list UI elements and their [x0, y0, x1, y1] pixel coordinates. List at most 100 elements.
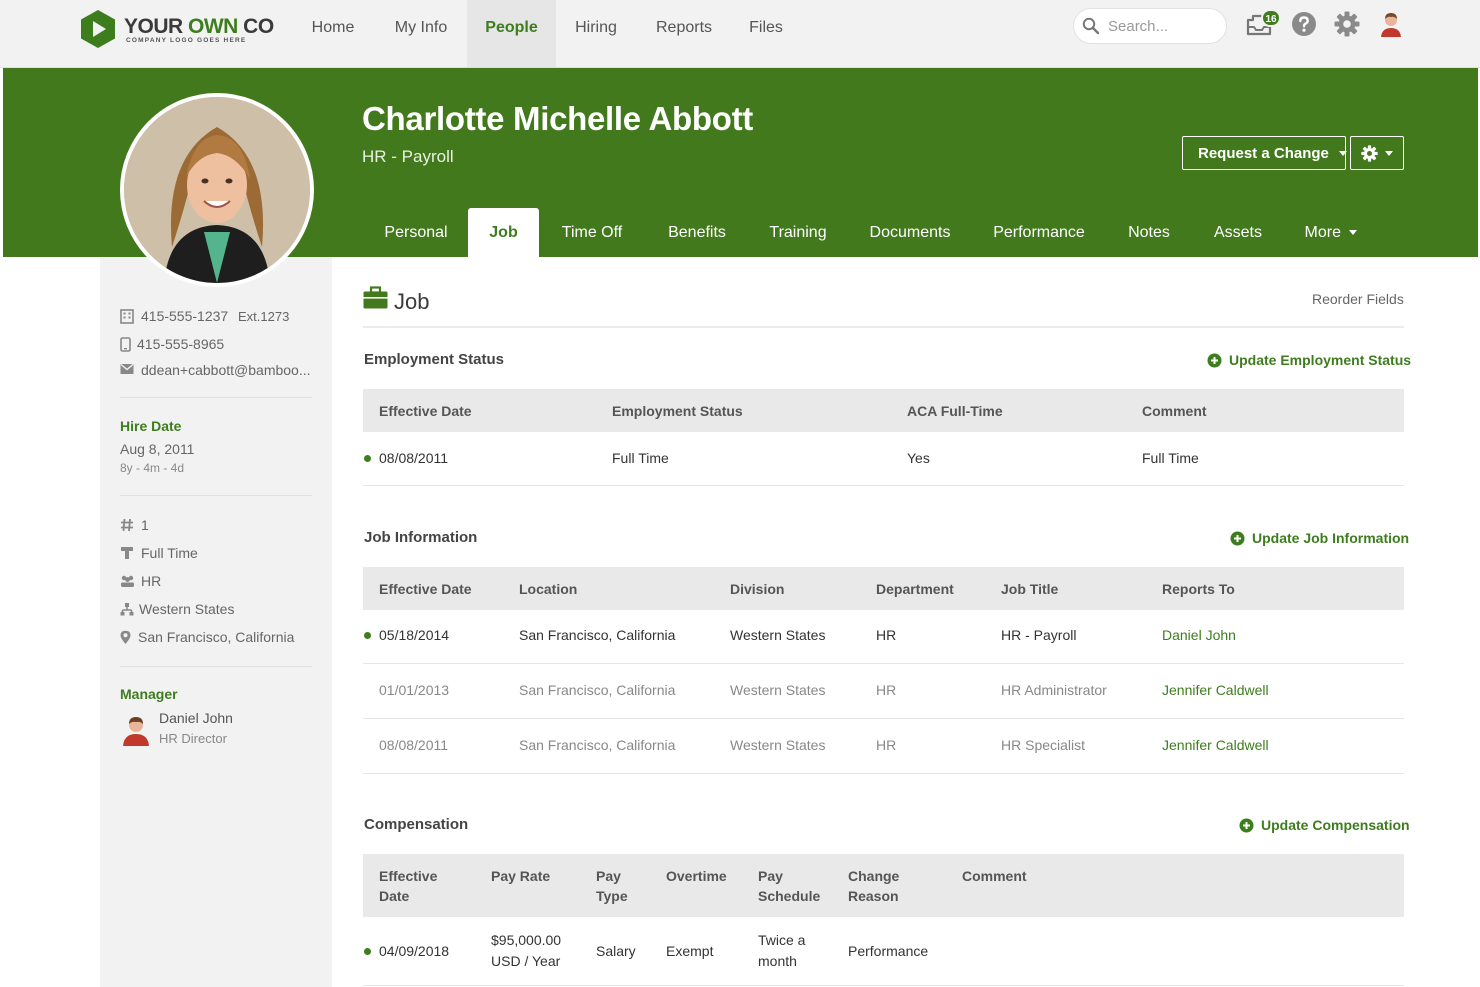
- tab-benefits[interactable]: Benefits: [657, 208, 737, 257]
- gear-icon: [1361, 145, 1378, 162]
- table-cell: 08/08/2011: [379, 450, 449, 466]
- plus-circle-icon: [1207, 353, 1222, 368]
- nav-people[interactable]: People: [467, 0, 556, 67]
- work-phone[interactable]: 415-555-1237: [141, 308, 228, 324]
- nav-files[interactable]: Files: [742, 0, 790, 67]
- reorder-fields-link[interactable]: Reorder Fields: [1312, 291, 1404, 307]
- row-divider: [363, 718, 1404, 719]
- column-header[interactable]: Department: [876, 579, 954, 599]
- table-cell: Full Time: [1142, 450, 1199, 466]
- column-header[interactable]: Pay Rate: [491, 866, 550, 886]
- hash-icon: [121, 518, 133, 532]
- reports-to-link[interactable]: Jennifer Caldwell: [1162, 735, 1269, 756]
- work-phone-extension: Ext.1273: [238, 309, 290, 324]
- table-cell: 05/18/2014: [379, 627, 450, 643]
- column-header[interactable]: Pay Schedule: [758, 866, 820, 906]
- search-icon: [1082, 17, 1100, 35]
- update-compensation-label: Update Compensation: [1261, 817, 1410, 833]
- help-icon[interactable]: [1291, 11, 1317, 37]
- settings-gear-icon[interactable]: [1334, 11, 1360, 37]
- row-divider: [363, 773, 1404, 774]
- column-header[interactable]: Job Title: [1001, 579, 1058, 599]
- update-job-information-label: Update Job Information: [1252, 530, 1410, 546]
- table-cell: 01/01/2013: [379, 682, 450, 698]
- row-divider: [363, 985, 1404, 986]
- tab-more[interactable]: More: [1296, 208, 1366, 257]
- column-header[interactable]: Pay Type: [596, 866, 628, 906]
- reports-to-link[interactable]: Jennifer Caldwell: [1162, 680, 1269, 701]
- tab-job[interactable]: Job: [468, 208, 539, 257]
- company-logo[interactable]: YOUR OWN CO COMPANY LOGO GOES HERE: [78, 9, 274, 49]
- table-cell: HR - Payroll: [1001, 627, 1077, 643]
- table-cell: HR: [876, 682, 897, 698]
- tab-personal[interactable]: Personal: [374, 208, 458, 257]
- envelope-icon: [120, 363, 134, 374]
- manager-label: Manager: [120, 686, 178, 702]
- sidebar-divider: [120, 495, 312, 496]
- column-header[interactable]: Reports To: [1162, 579, 1235, 599]
- hexagon-play-icon: [81, 10, 115, 48]
- update-employment-status-link[interactable]: Update Employment Status: [1207, 352, 1411, 370]
- employee-name: Charlotte Michelle Abbott: [362, 100, 753, 137]
- manager-name[interactable]: Daniel John: [159, 710, 233, 726]
- tab-documents[interactable]: Documents: [860, 208, 960, 257]
- table-cell: Salary: [596, 943, 636, 959]
- table-cell: Exempt: [666, 943, 714, 959]
- user-avatar-icon[interactable]: [1377, 10, 1405, 38]
- column-header[interactable]: Employment Status: [612, 401, 743, 421]
- profile-settings-button[interactable]: [1350, 136, 1404, 170]
- employment-type-row: Full Time: [120, 545, 320, 563]
- search-box[interactable]: [1073, 8, 1227, 44]
- column-header[interactable]: Effective Date: [379, 401, 472, 421]
- plus-circle-icon: [1230, 531, 1245, 546]
- reports-to-link[interactable]: Daniel John: [1162, 625, 1236, 646]
- search-input[interactable]: [1108, 16, 1218, 36]
- page-title: Job: [394, 289, 430, 314]
- nav-my-info[interactable]: My Info: [385, 0, 457, 67]
- request-a-change-button[interactable]: Request a Change: [1182, 136, 1348, 170]
- tab-performance[interactable]: Performance: [984, 208, 1094, 257]
- current-row-indicator: [364, 948, 371, 955]
- table-cell: 04/09/2018: [379, 943, 450, 959]
- update-job-information-link[interactable]: Update Job Information: [1230, 530, 1409, 548]
- table-cell: Twice a month: [758, 932, 806, 969]
- column-header[interactable]: Division: [730, 579, 784, 599]
- column-header[interactable]: Comment: [962, 866, 1027, 886]
- employee-photo: [120, 93, 314, 287]
- request-a-change-label: Request a Change: [1198, 144, 1329, 162]
- nav-home[interactable]: Home: [303, 0, 363, 67]
- job-information-heading: Job Information: [364, 529, 478, 546]
- column-header[interactable]: Location: [519, 579, 577, 599]
- column-header[interactable]: Change Reason: [848, 866, 899, 906]
- table-cell: Western States: [730, 682, 826, 698]
- manager-avatar[interactable]: [120, 712, 152, 746]
- current-row-indicator: [364, 632, 371, 639]
- location-row: San Francisco, California: [120, 629, 320, 647]
- table-cell: HR: [876, 627, 897, 643]
- table-cell: HR Administrator: [1001, 682, 1107, 698]
- tab-training[interactable]: Training: [760, 208, 836, 257]
- tab-assets[interactable]: Assets: [1204, 208, 1272, 257]
- department-row: HR: [120, 573, 320, 591]
- column-header[interactable]: ACA Full-Time: [907, 401, 1003, 421]
- nav-reports[interactable]: Reports: [648, 0, 720, 67]
- email-address[interactable]: ddean+cabbott@bamboo...: [141, 362, 311, 378]
- map-pin-icon: [120, 630, 131, 644]
- tab-time-off[interactable]: Time Off: [550, 208, 634, 257]
- column-header[interactable]: Comment: [1142, 401, 1207, 421]
- table-cell: Western States: [730, 627, 826, 643]
- chevron-down-icon: [1349, 230, 1358, 236]
- employment-status-heading: Employment Status: [364, 351, 505, 368]
- mobile-phone[interactable]: 415-555-8965: [137, 336, 224, 352]
- nav-hiring[interactable]: Hiring: [566, 0, 626, 67]
- people-group-icon: [121, 575, 134, 587]
- plus-circle-icon: [1239, 818, 1254, 833]
- update-compensation-link[interactable]: Update Compensation: [1239, 817, 1410, 835]
- office-phone-icon: [120, 309, 134, 324]
- column-header[interactable]: Overtime: [666, 866, 727, 886]
- tab-notes[interactable]: Notes: [1118, 208, 1180, 257]
- column-header[interactable]: Effective Date: [379, 579, 472, 599]
- table-cell: Yes: [907, 450, 930, 466]
- column-header[interactable]: Effective Date: [379, 866, 437, 906]
- table-cell: San Francisco, California: [519, 627, 676, 643]
